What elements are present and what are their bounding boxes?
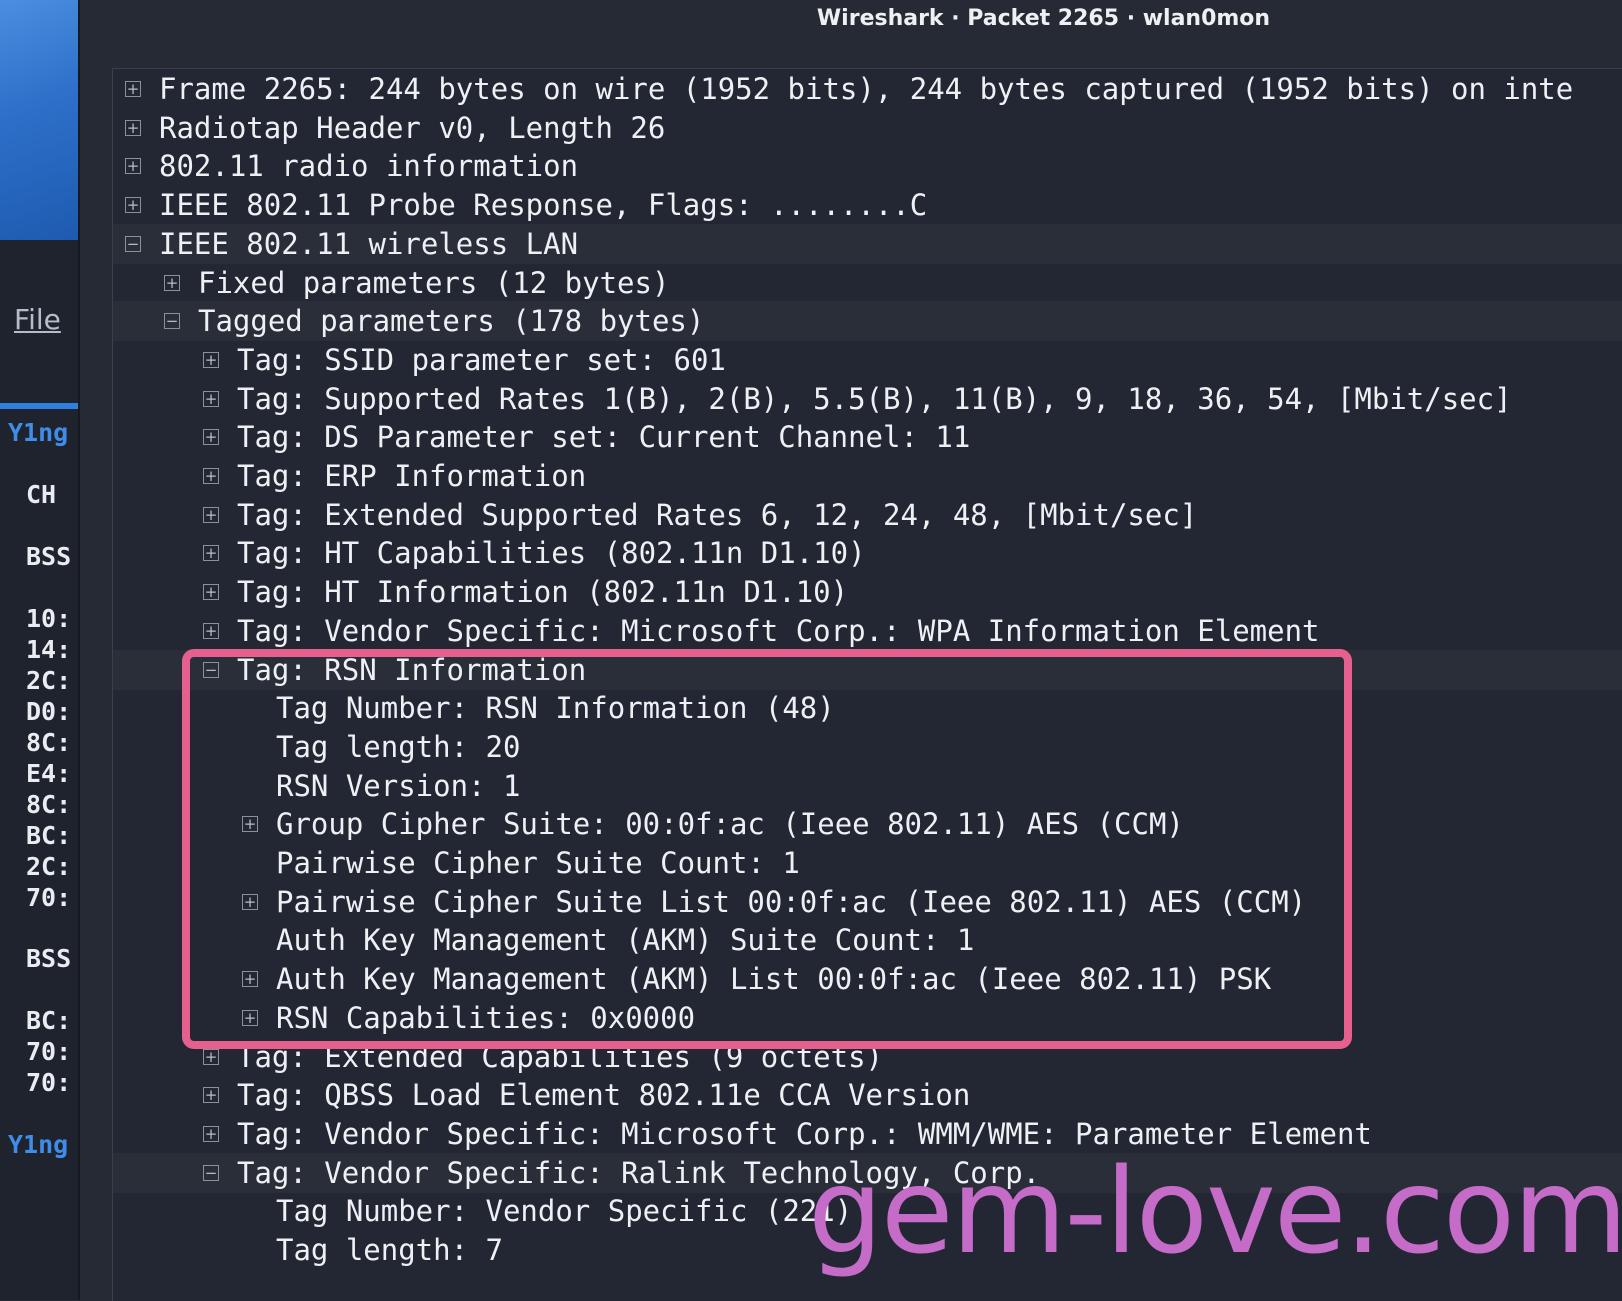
tree-row[interactable]: + Tag: DS Parameter set: Current Channel:… xyxy=(113,417,1622,457)
tree-row-label: IEEE 802.11 wireless LAN xyxy=(159,226,579,261)
tree-row[interactable]: + Tag: HT Information (802.11n D1.10) xyxy=(113,572,1622,612)
background-terminal-line: Y1ng xyxy=(8,1130,69,1159)
tree-row-label: Tag: Extended Supported Rates 6, 12, 24,… xyxy=(237,497,1198,532)
watermark: gem-love.com xyxy=(808,1142,1622,1280)
expand-icon[interactable]: + xyxy=(203,584,219,601)
tree-row-label: Tag: DS Parameter set: Current Channel: … xyxy=(237,420,971,455)
file-menu-label: File xyxy=(14,303,61,336)
background-terminal-line: Y1ng xyxy=(8,418,69,447)
tree-row[interactable]: + Tag: HT Capabilities (802.11n D1.10) xyxy=(113,533,1622,573)
expand-icon[interactable]: + xyxy=(203,468,219,484)
window-title: Wireshark · Packet 2265 · wlan0mon xyxy=(816,6,1271,31)
tree-row[interactable]: + Tag: QBSS Load Element 802.11e CCA Vers… xyxy=(113,1075,1622,1115)
background-terminal-line: E4: xyxy=(26,759,72,788)
expand-icon[interactable]: + xyxy=(203,506,219,523)
expand-icon[interactable]: + xyxy=(125,158,141,175)
desktop-wallpaper xyxy=(0,0,78,240)
tree-row-label: Tagged parameters (178 bytes) xyxy=(198,304,705,339)
tree-row[interactable]: + Tag: ERP Information xyxy=(113,456,1622,496)
background-terminal-line: 70: xyxy=(26,1068,72,1097)
tree-row-label: Frame 2265: 244 bytes on wire (1952 bits… xyxy=(159,72,1574,106)
background-terminal-line: 8C: xyxy=(26,790,72,819)
background-terminal-line: 70: xyxy=(26,883,72,912)
background-terminal-line: BSS xyxy=(26,944,72,973)
title-bar[interactable]: Wireshark · Packet 2265 · wlan0mon xyxy=(80,0,1622,50)
tree-row-label: 802.11 radio information xyxy=(159,149,579,184)
background-terminal-line: 2C: xyxy=(26,666,72,695)
highlight-annotation-box xyxy=(182,649,1352,1049)
tree-row-label: IEEE 802.11 Probe Response, Flags: .....… xyxy=(159,188,928,223)
tree-row[interactable]: + Fixed parameters (12 bytes) xyxy=(113,263,1622,303)
tree-row-label: Tag: Vendor Specific: Microsoft Corp.: W… xyxy=(237,613,1320,648)
tree-row[interactable]: − Tagged parameters (178 bytes) xyxy=(113,301,1622,342)
file-menu[interactable]: File xyxy=(14,303,61,336)
tree-row-label: Fixed parameters (12 bytes) xyxy=(198,265,670,300)
expand-icon[interactable]: + xyxy=(203,1087,219,1104)
expand-icon[interactable]: + xyxy=(203,429,219,446)
background-terminal-line: BC: xyxy=(26,1006,72,1035)
tree-row[interactable]: +802.11 radio information xyxy=(113,146,1622,186)
collapse-icon[interactable]: − xyxy=(203,1164,219,1181)
expand-icon[interactable]: + xyxy=(125,81,141,97)
tree-row[interactable]: + Tag: Extended Supported Rates 6, 12, 24… xyxy=(113,495,1622,535)
collapse-icon[interactable]: − xyxy=(125,235,141,252)
tree-row[interactable]: − IEEE 802.11 wireless LAN xyxy=(113,223,1622,264)
background-terminal-line: BC: xyxy=(26,821,72,850)
expand-icon[interactable]: + xyxy=(125,119,141,136)
expand-icon[interactable]: + xyxy=(164,274,180,291)
expand-icon[interactable]: + xyxy=(125,197,141,214)
tree-row-label: Tag: Supported Rates 1(B), 2(B), 5.5(B),… xyxy=(237,381,1512,416)
background-terminal-line: 2C: xyxy=(26,852,72,881)
tree-row-label: Tag: HT Capabilities (802.11n D1.10) xyxy=(237,536,866,571)
tree-row[interactable]: + Frame 2265: 244 bytes on wire (1952 bit… xyxy=(113,69,1622,109)
tree-row[interactable]: + IEEE 802.11 Probe Response, Flags: ....… xyxy=(113,185,1622,225)
background-tab-indicator xyxy=(0,403,78,409)
tree-row[interactable]: + Tag: SSID parameter set: 601 xyxy=(113,340,1622,380)
background-window: File Y1ng CH BSS 10: 14: 2C: D0: 8C: E4: 8C: BC: 2C… xyxy=(0,0,78,1300)
expand-icon[interactable]: + xyxy=(203,351,219,368)
background-terminal-line: 8C: xyxy=(26,728,72,757)
background-terminal-line: 14: xyxy=(26,635,72,664)
expand-icon[interactable]: + xyxy=(203,1048,219,1065)
background-terminal-line: CH xyxy=(26,480,57,509)
background-terminal-line: D0: xyxy=(26,697,72,726)
background-terminal-line: 10: xyxy=(26,604,72,633)
expand-icon[interactable]: + xyxy=(203,390,219,407)
tree-row-label: Tag Number: Vendor Specific (221) xyxy=(276,1194,853,1229)
tree-row-label: Tag: SSID parameter set: 601 xyxy=(237,342,726,377)
expand-icon[interactable]: + xyxy=(203,545,219,562)
tree-row[interactable]: + Tag: Supported Rates 1(B), 2(B), 5.5(B)… xyxy=(113,379,1622,419)
collapse-icon[interactable]: − xyxy=(164,313,180,330)
expand-icon[interactable]: + xyxy=(203,622,219,639)
tree-row-label: Tag length: 7 xyxy=(276,1233,503,1267)
expand-icon[interactable]: + xyxy=(203,1125,219,1142)
tree-row-label: Tag: ERP Information xyxy=(237,459,587,493)
tree-row-label: Tag: HT Information (802.11n D1.10) xyxy=(237,575,849,610)
background-terminal-line: 70: xyxy=(26,1037,72,1066)
background-terminal-line: BSS xyxy=(26,542,72,571)
tree-row[interactable]: + Radiotap Header v0, Length 26 xyxy=(113,108,1622,148)
tree-row-label: Tag: QBSS Load Element 802.11e CCA Versi… xyxy=(237,1078,971,1113)
tree-row-label: Radiotap Header v0, Length 26 xyxy=(159,110,666,145)
tree-row[interactable]: + Tag: Vendor Specific: Microsoft Corp.: … xyxy=(113,611,1622,651)
